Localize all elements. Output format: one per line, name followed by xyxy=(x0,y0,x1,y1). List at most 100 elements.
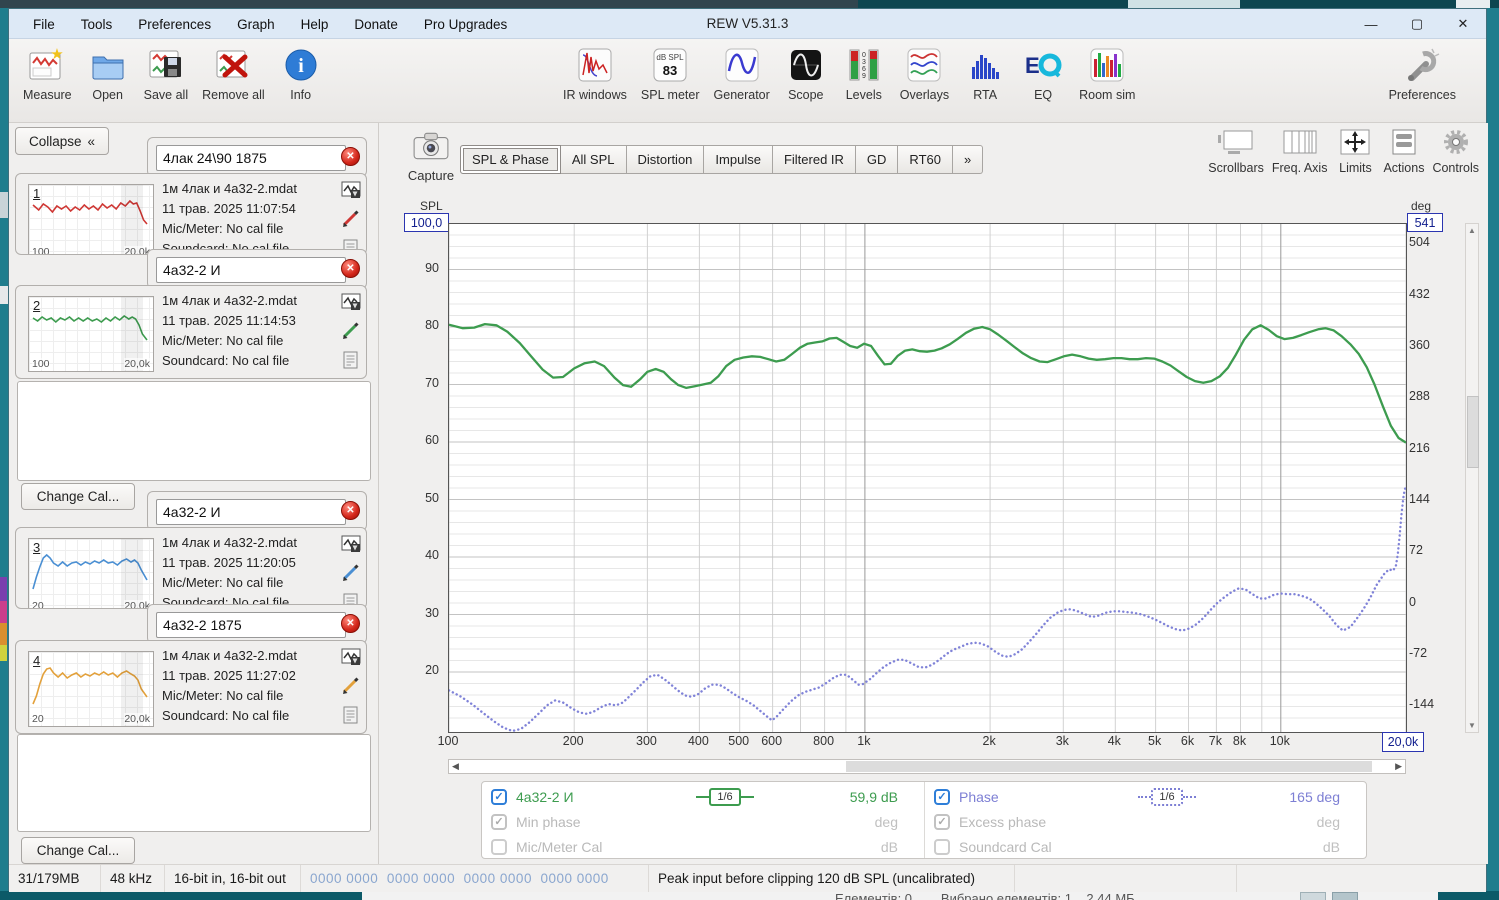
graph-button-scrollbars[interactable]: Scrollbars xyxy=(1205,127,1267,177)
toolbar-button-label: EQ xyxy=(1034,88,1053,102)
smoothing-control[interactable]: 1/6 xyxy=(664,787,786,806)
edit-trace-icon[interactable] xyxy=(341,210,361,228)
menu-item-graph[interactable]: Graph xyxy=(235,15,277,34)
measurement-number: 3 xyxy=(33,540,41,555)
toolbar-button-label: Overlays xyxy=(899,88,950,102)
toolbar-button-scope[interactable]: Scope xyxy=(780,41,832,102)
change-cal-button[interactable]: Change Cal... xyxy=(21,483,135,510)
spl-phase-chart[interactable] xyxy=(448,223,1407,733)
vertical-scroll-thumb[interactable] xyxy=(1467,396,1479,468)
legend-checkbox-mic-meter-cal[interactable] xyxy=(491,838,507,855)
toolbar-button-remove-all[interactable]: Remove all xyxy=(198,41,269,102)
measurement-card-1[interactable]: ✕ 110020,0k 1м 4лак и 4а32-2.mdat 11 трав. … xyxy=(15,137,367,255)
trace-options-icon[interactable] xyxy=(341,535,361,553)
toolbar-button-levels[interactable]: 0 3 6 9 Levels xyxy=(838,41,890,102)
tab-distortion[interactable]: Distortion xyxy=(626,145,705,174)
graph-button-limits[interactable]: Limits xyxy=(1332,127,1378,177)
toolbar-button-measure[interactable]: ★ Measure xyxy=(19,41,76,102)
trace-options-icon[interactable] xyxy=(341,648,361,666)
tab-gd[interactable]: GD xyxy=(855,145,899,174)
freq-axis-icon xyxy=(1280,129,1320,160)
smoothing-line xyxy=(740,795,754,798)
desktop-top-strip xyxy=(0,0,1499,8)
measurement-card-4[interactable]: ✕ 4 20 20,0k 1м 4лак и 4а32-2.mdat 11 трав. 2… xyxy=(15,604,367,734)
edit-trace-icon[interactable] xyxy=(341,564,361,582)
toolbar-button-rta[interactable]: RTA xyxy=(959,41,1011,102)
toolbar-button-preferences[interactable]: Preferences xyxy=(1385,41,1460,102)
svg-text:0: 0 xyxy=(862,52,866,59)
notes-icon[interactable] xyxy=(341,706,361,724)
measurement-name-input[interactable] xyxy=(156,612,346,638)
menu-item-preferences[interactable]: Preferences xyxy=(136,15,213,34)
toolbar-button-info[interactable]: i Info xyxy=(275,41,327,102)
menu-item-donate[interactable]: Donate xyxy=(352,15,400,34)
toolbar-button-open[interactable]: Open xyxy=(82,41,134,102)
menu-item-file[interactable]: File xyxy=(31,15,57,34)
notes-icon[interactable] xyxy=(341,351,361,369)
delete-measurement-icon[interactable]: ✕ xyxy=(341,259,360,278)
measurement-soundcard-cal: Soundcard: No cal file xyxy=(162,708,290,723)
tab-filtered-ir[interactable]: Filtered IR xyxy=(772,145,856,174)
toolbar-button-room-sim[interactable]: Room sim xyxy=(1075,41,1139,102)
tab-item[interactable]: » xyxy=(952,145,984,174)
delete-measurement-icon[interactable]: ✕ xyxy=(341,147,360,166)
smoothing-control[interactable]: 1/6 xyxy=(1106,787,1228,806)
legend-checkbox-phase[interactable]: ✓ xyxy=(934,788,950,805)
deg-tick-label: 504 xyxy=(1409,235,1430,250)
tab-all-spl[interactable]: All SPL xyxy=(560,145,627,174)
edit-trace-icon[interactable] xyxy=(341,677,361,695)
horizontal-scrollbar[interactable]: ◀ ▶ xyxy=(448,759,1406,774)
toolbar-button-ir-windows[interactable]: IR windows xyxy=(559,41,631,102)
measurement-name-input[interactable] xyxy=(156,499,346,525)
horizontal-scroll-thumb[interactable] xyxy=(845,761,1372,772)
freq-axis-max-field[interactable]: 20,0k xyxy=(1382,732,1424,752)
toolbar-button-label: Info xyxy=(290,88,312,102)
close-button[interactable]: ✕ xyxy=(1440,9,1486,39)
graph-button-freq-axis[interactable]: Freq. Axis xyxy=(1269,127,1331,177)
tab-rt60[interactable]: RT60 xyxy=(898,145,953,174)
change-cal-button-2[interactable]: Change Cal... xyxy=(21,837,135,864)
legend-label: Mic/Meter Cal xyxy=(516,838,603,855)
graph-tabs: SPL & Phase All SPL Distortion Impulse Filte… xyxy=(460,145,984,174)
freq-tick-label: 4k xyxy=(1107,734,1121,748)
menu-item-pro-upgrades[interactable]: Pro Upgrades xyxy=(422,15,509,34)
freq-tick-label: 600 xyxy=(761,734,783,748)
scroll-down-arrow-icon[interactable]: ▼ xyxy=(1466,721,1478,730)
toolbar-button-save-all[interactable]: Save all xyxy=(140,41,192,102)
toolbar-button-generator[interactable]: Generator xyxy=(710,41,774,102)
explorer-view-icon-2[interactable] xyxy=(1332,892,1358,900)
measurement-card-2[interactable]: ✕ 2 100 20,0k 1м 4лак и 4а32-2.mdat 11 трав. … xyxy=(15,249,367,379)
tab-impulse[interactable]: Impulse xyxy=(704,145,773,174)
legend-checkbox-soundcard-cal[interactable] xyxy=(934,838,950,855)
graph-button-controls[interactable]: Controls xyxy=(1429,127,1482,177)
minimize-button[interactable]: — xyxy=(1348,9,1394,39)
vertical-scrollbar[interactable]: ▲ ▼ xyxy=(1465,223,1479,733)
toolbar-group-middle: IR windows dB SPL 83 SPL meter Generator Scop… xyxy=(559,41,1139,121)
scroll-left-arrow-icon[interactable]: ◀ xyxy=(452,760,459,773)
edit-trace-icon[interactable] xyxy=(341,322,361,340)
maximize-button[interactable]: ▢ xyxy=(1394,9,1440,39)
menu-item-help[interactable]: Help xyxy=(299,15,331,34)
legend-checkbox-min-phase[interactable]: ✓ xyxy=(491,813,507,830)
measurement-name-input[interactable] xyxy=(156,257,346,283)
delete-measurement-icon[interactable]: ✕ xyxy=(341,501,360,520)
trace-options-icon[interactable] xyxy=(341,293,361,311)
explorer-view-icon[interactable] xyxy=(1300,892,1326,900)
trace-options-icon[interactable] xyxy=(341,181,361,199)
scroll-right-arrow-icon[interactable]: ▶ xyxy=(1395,760,1402,773)
spl-tick-label: 40 xyxy=(425,548,439,562)
graph-button-actions[interactable]: Actions xyxy=(1380,127,1427,177)
measurement-name-input[interactable] xyxy=(156,145,346,171)
tab-spl-phase[interactable]: SPL & Phase xyxy=(460,145,561,174)
delete-measurement-icon[interactable]: ✕ xyxy=(341,614,360,633)
legend-checkbox-4-32-2[interactable]: ✓ xyxy=(491,788,507,805)
toolbar-button-eq[interactable]: E EQ xyxy=(1017,41,1069,102)
toolbar-button-overlays[interactable]: Overlays xyxy=(896,41,953,102)
toolbar-button-spl-meter[interactable]: dB SPL 83 SPL meter xyxy=(637,41,704,102)
menu-item-tools[interactable]: Tools xyxy=(79,15,115,34)
legend-checkbox-excess-phase[interactable]: ✓ xyxy=(934,813,950,830)
scroll-up-arrow-icon[interactable]: ▲ xyxy=(1466,226,1478,235)
capture-button[interactable]: Capture xyxy=(402,131,460,183)
measurement-info: 1м 4лак и 4а32-2.mdat 11 трав. 2025 11:27… xyxy=(162,646,338,726)
explorer-status-strip: Елементів: 0 Вибрано елементів: 1 2,44 М… xyxy=(0,891,1499,900)
